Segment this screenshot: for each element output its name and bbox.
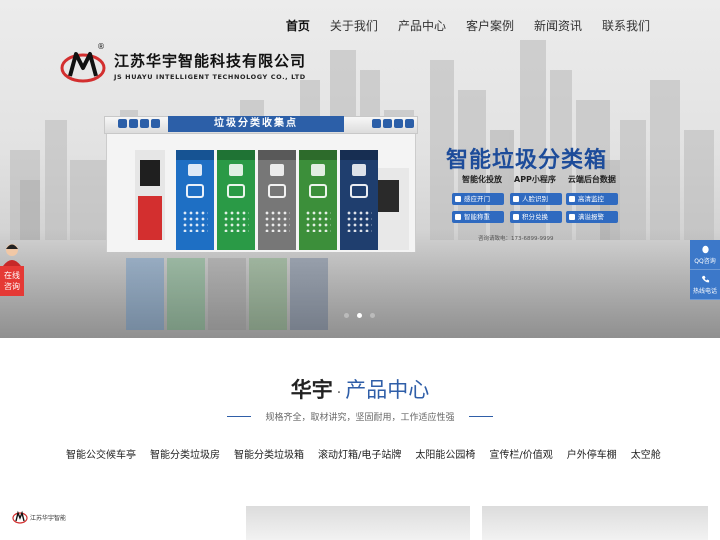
bin-reflection bbox=[249, 258, 287, 330]
sorting-kiosk-image: 垃圾分类收集点 bbox=[104, 116, 418, 252]
product-card[interactable] bbox=[482, 506, 708, 540]
qq-consult-button[interactable]: QQ咨询 bbox=[690, 240, 720, 270]
category-sorting-room[interactable]: 智能分类垃圾房 bbox=[150, 446, 220, 461]
kiosk-terminal bbox=[135, 150, 165, 240]
bin-reflection bbox=[208, 258, 246, 330]
company-name-en: JS HUAYU INTELLIGENT TECHNOLOGY CO., LTD bbox=[114, 72, 306, 81]
hotline-button[interactable]: 热线电话 bbox=[690, 270, 720, 300]
right-contact-float: QQ咨询 热线电话 bbox=[690, 240, 720, 300]
bin-reflection bbox=[290, 258, 328, 330]
banner-subtitle: APP小程序 bbox=[514, 175, 556, 184]
slider-dot[interactable] bbox=[344, 313, 349, 318]
product-card[interactable] bbox=[246, 506, 470, 540]
nav-contact[interactable]: 联系我们 bbox=[602, 17, 650, 34]
category-billboard[interactable]: 宣传栏/价值观 bbox=[489, 446, 552, 461]
service-agent-icon bbox=[3, 244, 21, 266]
online-consult-label: 在线 咨询 bbox=[0, 266, 24, 296]
sorting-bin bbox=[340, 150, 378, 250]
banner-hotline: 咨询请致电：173-6899-9999 bbox=[478, 236, 554, 242]
page: 首页 关于我们 产品中心 客户案例 新闻资讯 联系我们 江苏华宇智能科技有限公司… bbox=[0, 0, 720, 540]
online-consult-line1: 在线 bbox=[4, 271, 20, 280]
divider-line bbox=[468, 416, 493, 417]
section-title: 华宇 · 产品中心 bbox=[0, 374, 720, 404]
kiosk-left-icons bbox=[118, 119, 160, 128]
online-consult-line2: 咨询 bbox=[4, 282, 20, 291]
bin-reflection bbox=[167, 258, 205, 330]
company-logo[interactable]: 江苏华宇智能科技有限公司 JS HUAYU INTELLIGENT TECHNO… bbox=[60, 46, 306, 84]
slider-dot[interactable] bbox=[357, 313, 362, 318]
mini-logo-icon bbox=[12, 510, 28, 524]
feature-badge: 满溢报警 bbox=[566, 211, 618, 223]
category-space-capsule[interactable]: 太空舱 bbox=[631, 446, 661, 461]
feature-badge: 高清监控 bbox=[566, 193, 618, 205]
section-title-main: 华宇 bbox=[290, 378, 333, 402]
main-nav: 首页 关于我们 产品中心 客户案例 新闻资讯 联系我们 bbox=[286, 17, 650, 34]
sorting-bin bbox=[299, 150, 337, 250]
banner-subtitle: 云端后台数据 bbox=[567, 175, 616, 184]
phone-icon bbox=[701, 275, 709, 282]
sorting-bin bbox=[217, 150, 255, 250]
banner-subtitle: 智能化投放 bbox=[462, 175, 502, 184]
company-name-cn: 江苏华宇智能科技有限公司 bbox=[114, 51, 307, 70]
hotline-label: 热线电话 bbox=[692, 287, 717, 295]
feature-badge: 智能称重 bbox=[452, 211, 504, 223]
divider-line bbox=[227, 416, 252, 417]
nav-products[interactable]: 产品中心 bbox=[398, 17, 446, 34]
mini-logo-text: 江苏华宇智能 bbox=[30, 514, 67, 522]
category-solar-bench[interactable]: 太阳能公园椅 bbox=[415, 446, 475, 461]
feature-badge: 积分兑换 bbox=[510, 211, 562, 223]
slider-dot[interactable] bbox=[370, 313, 375, 318]
kiosk-sign: 垃圾分类收集点 bbox=[168, 116, 344, 132]
section-subtitle-row: 规格齐全，取材讲究，坚固耐用，工作适应性强 bbox=[0, 410, 720, 423]
category-lightbox[interactable]: 滚动灯箱/电子站牌 bbox=[318, 446, 401, 461]
logo-emblem-icon bbox=[60, 52, 106, 83]
footer-mini-logo[interactable]: 江苏华宇智能 bbox=[12, 510, 66, 524]
nav-about[interactable]: 关于我们 bbox=[330, 17, 378, 34]
section-subtitle: 规格齐全，取材讲究，坚固耐用，工作适应性强 bbox=[265, 413, 455, 423]
qq-consult-label: QQ咨询 bbox=[694, 257, 716, 265]
sorting-bin bbox=[176, 150, 214, 250]
kiosk-side-screen bbox=[377, 180, 399, 212]
feature-badges: 感应开门 人脸识别 高清监控 智能称重 积分兑换 满溢报警 bbox=[452, 193, 622, 223]
nav-cases[interactable]: 客户案例 bbox=[466, 17, 514, 34]
banner-subtitles: 智能化投放 APP小程序 云端后台数据 bbox=[462, 174, 616, 185]
product-category-list: 智能公交候车亭 智能分类垃圾房 智能分类垃圾箱 滚动灯箱/电子站牌 太阳能公园椅… bbox=[66, 446, 666, 461]
qq-icon bbox=[701, 245, 709, 253]
bin-reflection bbox=[126, 258, 164, 330]
sorting-bin bbox=[258, 150, 296, 250]
category-bus-shelter[interactable]: 智能公交候车亭 bbox=[66, 446, 136, 461]
category-parking-shed[interactable]: 户外停车棚 bbox=[567, 446, 617, 461]
category-sorting-bin[interactable]: 智能分类垃圾箱 bbox=[234, 446, 304, 461]
nav-home[interactable]: 首页 bbox=[286, 17, 310, 34]
bin-row bbox=[176, 150, 378, 250]
online-consult-float[interactable]: 在线 咨询 bbox=[0, 242, 24, 296]
slider-dots bbox=[344, 313, 375, 318]
feature-badge: 人脸识别 bbox=[510, 193, 562, 205]
nav-news[interactable]: 新闻资讯 bbox=[534, 17, 582, 34]
logo-text: 江苏华宇智能科技有限公司 JS HUAYU INTELLIGENT TECHNO… bbox=[114, 50, 306, 81]
kiosk-right-icons bbox=[372, 119, 414, 128]
registered-mark: ® bbox=[97, 42, 105, 51]
feature-badge: 感应开门 bbox=[452, 193, 504, 205]
banner-title: 智能垃圾分类箱 bbox=[446, 148, 608, 173]
section-title-dot: · bbox=[336, 385, 342, 401]
section-title-accent: 产品中心 bbox=[345, 378, 430, 402]
kiosk-reflection bbox=[126, 258, 396, 330]
hero-banner: 首页 关于我们 产品中心 客户案例 新闻资讯 联系我们 江苏华宇智能科技有限公司… bbox=[0, 0, 720, 338]
